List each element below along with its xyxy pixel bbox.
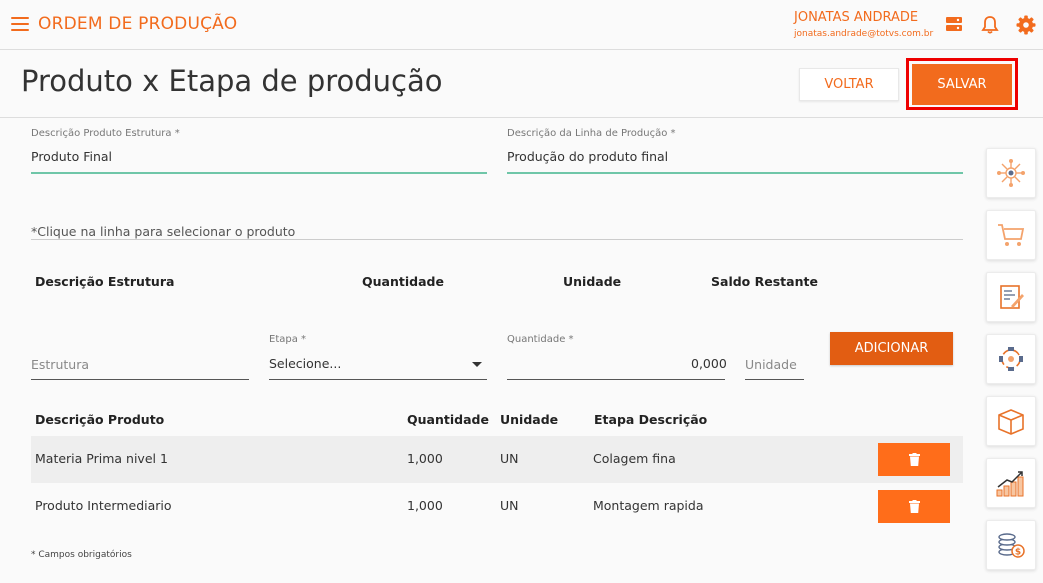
table-row[interactable]: Materia Prima nivel 1 1,000 UN Colagem f… <box>31 436 963 483</box>
production-line-underline <box>507 172 963 174</box>
quantity-input[interactable]: 0,000 <box>691 356 727 371</box>
hint-underline <box>31 239 963 240</box>
stage-select-underline <box>269 379 487 380</box>
sidebar-growth[interactable] <box>986 458 1036 508</box>
sidebar-coins[interactable]: $ <box>986 520 1036 570</box>
stage-select[interactable]: Selecione... <box>269 356 341 371</box>
row-quantity: 1,000 <box>407 451 443 466</box>
col-header-structure-quantity: Quantidade <box>362 274 444 289</box>
col-header-stage-description: Etapa Descrição <box>594 412 708 427</box>
sidebar-box[interactable] <box>986 396 1036 446</box>
chevron-down-icon[interactable] <box>472 362 482 367</box>
structure-field-underline <box>31 379 249 380</box>
structure-input[interactable]: Produto Final <box>31 149 112 164</box>
row-stage: Colagem fina <box>593 451 676 466</box>
workflow-icon <box>999 347 1023 371</box>
row-product: Produto Intermediario <box>35 498 172 513</box>
network-icon <box>997 159 1025 187</box>
col-header-structure-unit: Unidade <box>563 274 622 289</box>
coins-icon: $ <box>998 533 1025 558</box>
table-row[interactable]: Produto Intermediario 1,000 UN Montagem … <box>31 483 963 530</box>
delete-row-button[interactable] <box>878 490 950 523</box>
menu-icon[interactable] <box>11 17 29 31</box>
sidebar-workflow[interactable] <box>986 334 1036 384</box>
save-button[interactable]: SALVAR <box>912 64 1012 105</box>
title-divider <box>0 117 1043 118</box>
top-bar: ORDEM DE PRODUÇÃO JONATAS ANDRADE jonata… <box>0 0 1043 50</box>
sidebar-cart[interactable] <box>986 210 1036 260</box>
structure-label: Descrição Produto Estrutura * <box>31 128 180 139</box>
box-icon <box>998 409 1024 435</box>
gear-icon[interactable] <box>1016 15 1036 35</box>
growth-chart-icon <box>996 471 1024 497</box>
col-header-product-description: Descrição Produto <box>35 412 165 427</box>
user-email: jonatas.andrade@totvs.com.br <box>794 29 934 39</box>
col-header-structure-description: Descrição Estrutura <box>35 274 175 289</box>
row-unit: UN <box>500 451 519 466</box>
row-quantity: 1,000 <box>407 498 443 513</box>
server-icon[interactable] <box>945 15 965 35</box>
row-product: Materia Prima nivel 1 <box>35 451 168 466</box>
quantity-input-underline <box>507 379 725 380</box>
back-button[interactable]: VOLTAR <box>799 68 899 101</box>
quantity-label: Quantidade * <box>507 334 574 345</box>
col-header-remaining-balance: Saldo Restante <box>711 274 818 289</box>
add-button[interactable]: ADICIONAR <box>830 332 953 365</box>
structure-input-underline <box>31 172 487 174</box>
col-header-unit: Unidade <box>500 412 559 427</box>
sidebar-document[interactable] <box>986 272 1036 322</box>
stage-label: Etapa * <box>269 334 307 345</box>
row-unit: UN <box>500 498 519 513</box>
bell-icon[interactable] <box>981 15 1001 35</box>
page-title: Produto x Etapa de produção <box>21 64 443 98</box>
structure-field[interactable]: Estrutura <box>31 357 89 372</box>
trash-icon <box>908 500 920 513</box>
sidebar-network[interactable] <box>986 148 1036 198</box>
col-header-quantity: Quantidade <box>407 412 489 427</box>
selection-hint: *Clique na linha para selecionar o produ… <box>31 224 296 239</box>
production-line-input[interactable]: Produção do produto final <box>507 149 668 164</box>
required-fields-note: * Campos obrigatórios <box>31 550 132 560</box>
production-line-label: Descrição da Linha de Produção * <box>507 128 676 139</box>
document-icon <box>1000 285 1024 309</box>
unit-field-underline <box>745 379 804 380</box>
svg-text:$: $ <box>1015 548 1021 558</box>
delete-row-button[interactable] <box>878 443 950 476</box>
trash-icon <box>908 453 920 466</box>
unit-field[interactable]: Unidade <box>745 357 797 372</box>
app-title: ORDEM DE PRODUÇÃO <box>38 14 238 34</box>
cart-icon <box>998 224 1025 246</box>
row-stage: Montagem rapida <box>593 498 704 513</box>
user-name[interactable]: JONATAS ANDRADE <box>794 10 918 25</box>
